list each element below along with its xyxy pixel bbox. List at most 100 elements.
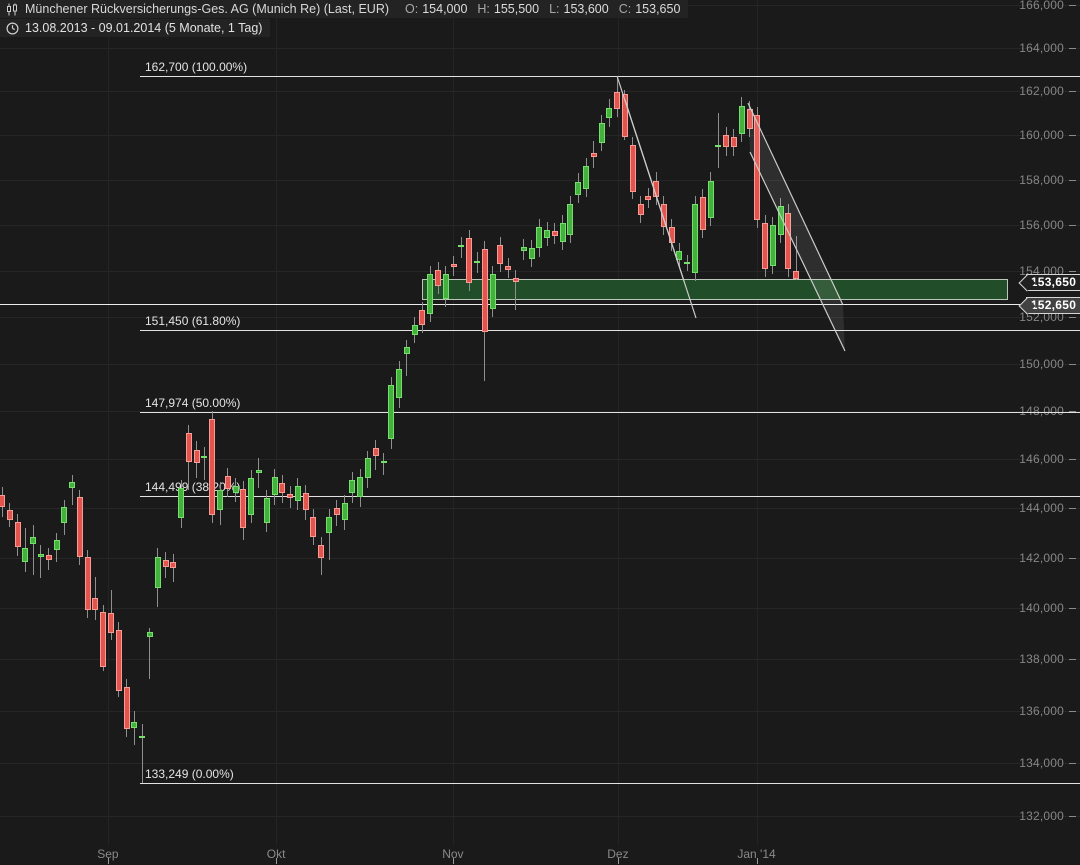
quote-label: L: <box>549 2 559 16</box>
fib-level-label[interactable]: 147,974 (50.00%) <box>145 396 240 410</box>
candle-down <box>497 245 503 263</box>
fib-level-line[interactable] <box>140 412 1080 413</box>
gridline-horizontal <box>0 91 1080 92</box>
level-price-tag[interactable]: 152,650 <box>1026 297 1080 314</box>
fib-level-line[interactable] <box>140 783 1080 784</box>
candle-down <box>303 493 309 510</box>
candle-down <box>630 145 636 192</box>
y-axis-label: 132,000 <box>1019 809 1064 823</box>
fib-level-label[interactable]: 151,450 (61.80%) <box>145 314 240 328</box>
y-axis-tick <box>1069 711 1076 712</box>
candle-up <box>684 262 690 264</box>
candle-up <box>54 540 60 550</box>
candle-up <box>147 632 153 637</box>
fib-level-line[interactable] <box>140 76 1080 77</box>
y-axis-tick <box>1069 763 1076 764</box>
candle-wick <box>173 554 174 582</box>
candle-up <box>778 206 784 235</box>
gridline-horizontal <box>0 608 1080 609</box>
candle-up <box>326 517 332 533</box>
candle-wick <box>718 113 719 168</box>
y-axis-tick <box>1069 271 1076 272</box>
candle-up <box>139 736 145 738</box>
chart-plot-area[interactable]: 166,000164,000162,000160,000158,000156,0… <box>0 0 1080 865</box>
candle-down <box>645 196 651 200</box>
y-axis-label: 162,000 <box>1019 84 1064 98</box>
y-axis-tick <box>1069 48 1076 49</box>
y-axis-tick <box>1069 816 1076 817</box>
candle-wick <box>258 458 259 488</box>
candle-up <box>248 478 254 515</box>
gridline-horizontal <box>0 459 1080 460</box>
candle-up <box>365 458 371 478</box>
gridline-horizontal <box>0 816 1080 817</box>
y-axis-label: 158,000 <box>1019 173 1064 187</box>
gridline-horizontal <box>0 558 1080 559</box>
candle-wick <box>72 475 73 505</box>
candle-wick <box>383 453 384 476</box>
y-axis-label: 150,000 <box>1019 357 1064 371</box>
candle-down <box>785 213 791 269</box>
candle-down <box>15 522 21 547</box>
candle-up <box>599 123 605 143</box>
candle-up <box>560 223 566 243</box>
candle-up <box>61 507 67 523</box>
candle-down <box>92 598 98 610</box>
trading-chart-window: 166,000164,000162,000160,000158,000156,0… <box>0 0 1080 865</box>
instrument-title: Münchener Rückversicherungs-Ges. AG (Mun… <box>25 2 389 16</box>
fib-level-line[interactable] <box>140 330 1080 331</box>
candle-down <box>614 92 620 109</box>
quote-value: 154,000 <box>422 2 467 16</box>
candle-down <box>466 238 472 283</box>
candle-down <box>100 612 106 667</box>
candle-wick <box>204 447 205 480</box>
y-axis-tick <box>1069 135 1076 136</box>
x-axis-tick <box>453 858 454 864</box>
candle-down <box>334 508 340 515</box>
candle-up <box>443 274 449 298</box>
candle-up <box>412 325 418 335</box>
candle-wick <box>515 270 516 310</box>
x-axis-tick <box>618 858 619 864</box>
fib-level-label[interactable]: 162,700 (100.00%) <box>145 60 247 74</box>
instrument-row: Münchener Rückversicherungs-Ges. AG (Mun… <box>0 0 688 18</box>
y-axis-label: 142,000 <box>1019 551 1064 565</box>
horizontal-price-line[interactable] <box>0 304 1080 305</box>
candle-wick <box>134 711 135 745</box>
candle-up <box>567 204 573 235</box>
candle-up <box>349 480 355 493</box>
candle-up <box>178 488 184 518</box>
y-axis-label: 138,000 <box>1019 652 1064 666</box>
candle-down <box>279 483 285 493</box>
gridline-vertical <box>618 0 619 845</box>
y-axis-tick <box>1069 180 1076 181</box>
y-axis-tick <box>1069 608 1076 609</box>
fib-level-label[interactable]: 133,249 (0.00%) <box>145 767 234 781</box>
support-zone-band[interactable] <box>422 279 1008 300</box>
candle-down <box>170 562 176 568</box>
candle-down <box>373 448 379 457</box>
candle-up <box>357 477 363 497</box>
candle-up <box>396 369 402 398</box>
x-axis-tick <box>757 858 758 864</box>
candle-down <box>653 181 659 197</box>
y-axis-label: 144,000 <box>1019 501 1064 515</box>
quote-label: O: <box>405 2 418 16</box>
y-axis-tick <box>1069 5 1076 6</box>
candle-down <box>85 557 91 610</box>
candle-down <box>451 264 457 267</box>
candle-wick <box>33 525 34 575</box>
candle-down <box>194 450 200 464</box>
current-price-tag[interactable]: 153,650 <box>1026 274 1080 291</box>
y-axis-label: 140,000 <box>1019 601 1064 615</box>
quote-value: 153,600 <box>564 2 609 16</box>
gridline-horizontal <box>0 508 1080 509</box>
candle-up <box>155 557 161 588</box>
candle-up <box>529 248 535 258</box>
candle-down <box>77 497 83 557</box>
candle-down <box>7 510 13 520</box>
x-axis-tick <box>108 858 109 864</box>
y-axis-label: 160,000 <box>1019 128 1064 142</box>
candle-up <box>22 548 28 562</box>
gridline-horizontal <box>0 364 1080 365</box>
